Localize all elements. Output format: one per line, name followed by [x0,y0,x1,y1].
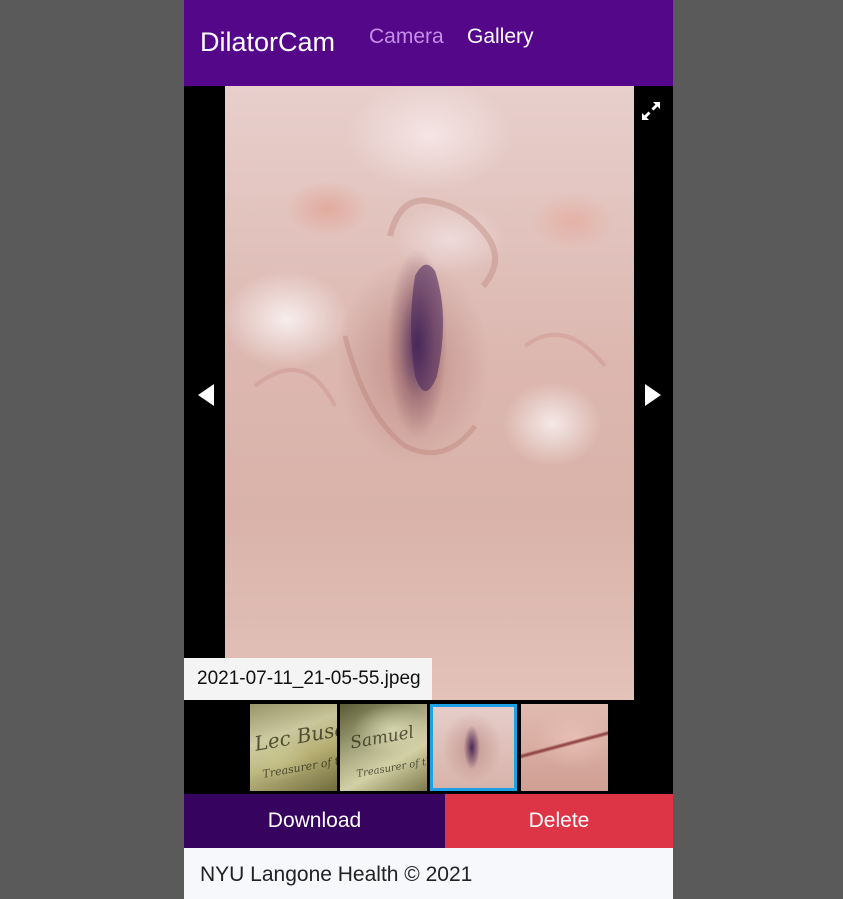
nav-camera-link[interactable]: Camera [369,23,444,51]
image-gallery-viewer: 2021-07-11_21-05-55.jpeg Lec Busa Treasu… [184,86,673,794]
delete-button[interactable]: Delete [445,794,673,848]
thumbnail-2[interactable]: Samuel Treasurer of the [340,704,427,791]
image-filename: 2021-07-11_21-05-55.jpeg [197,668,421,689]
photo-detail-overlay [253,197,607,456]
thumbnail-1[interactable]: Lec Busa Treasurer of the [250,704,337,791]
nav-gallery-link[interactable]: Gallery [467,23,534,51]
fullscreen-expand-icon[interactable] [640,100,662,122]
footer: NYU Langone Health © 2021 [184,848,673,899]
action-bar: Download Delete [184,794,673,848]
main-photo [225,86,634,700]
thumbnail-strip: Lec Busa Treasurer of the Samuel Treasur… [184,702,673,792]
image-caption: 2021-07-11_21-05-55.jpeg [184,658,432,700]
download-button[interactable]: Download [184,794,445,848]
thumbnail-3-selected[interactable] [430,704,517,791]
app-window: DilatorCam Camera Gallery 2021-07-11_21-… [184,0,673,899]
footer-copyright: NYU Langone Health © 2021 [200,863,473,886]
navbar: DilatorCam Camera Gallery [184,0,673,86]
arrow-left-icon[interactable] [194,381,218,409]
thumbnail-4[interactable] [521,704,608,791]
brand-title[interactable]: DilatorCam [200,26,335,58]
arrow-right-icon[interactable] [641,381,665,409]
